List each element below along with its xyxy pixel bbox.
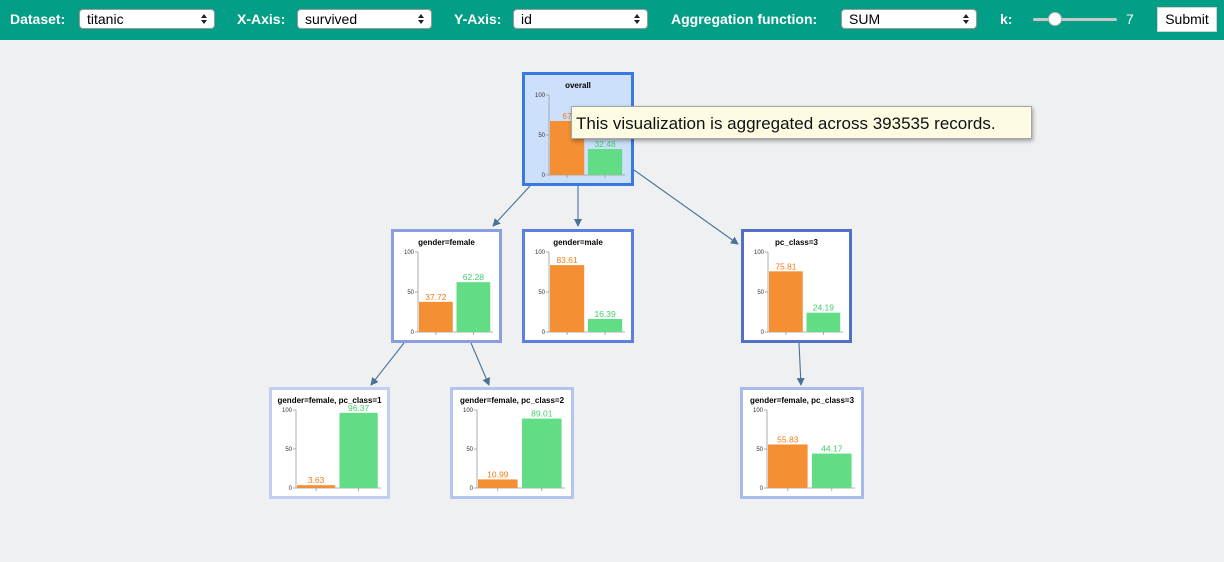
- bar-value-label: 32.48: [594, 139, 616, 149]
- y-tick-label: 50: [756, 447, 763, 453]
- y-tick-label: 0: [411, 330, 415, 336]
- bar-second: [339, 412, 378, 488]
- y-tick-label: 50: [757, 290, 764, 296]
- bar-value-label: 44.17: [821, 444, 843, 454]
- tree-edge: [370, 342, 405, 386]
- bar-value-label: 62.28: [463, 272, 485, 282]
- y-tick-label: 0: [542, 173, 546, 179]
- chart-node-f-pc2[interactable]: gender=female, pc_class=2 0 50 100 10.99 89.0…: [450, 387, 574, 499]
- bar-second: [522, 418, 562, 488]
- bar-first: [768, 444, 808, 488]
- tree-edge: [796, 342, 805, 386]
- bar-value-label: 10.99: [487, 469, 509, 479]
- bar-second: [806, 312, 841, 332]
- bar-chart: 0 50 100 37.72 62.28: [404, 250, 493, 336]
- bar-chart: 0 50 100 3.63 96.37: [282, 403, 381, 492]
- chart-node-pc3[interactable]: pc_class=3 0 50 100 75.81 24.19: [741, 229, 852, 343]
- y-tick-label: 100: [535, 250, 546, 256]
- y-tick-label: 50: [285, 447, 292, 453]
- bar-value-label: 96.37: [348, 403, 370, 413]
- y-tick-label: 100: [282, 408, 293, 414]
- y-tick-label: 50: [407, 290, 414, 296]
- tooltip: This visualization is aggregated across …: [571, 106, 1032, 139]
- bar-value-label: 89.01: [531, 409, 553, 419]
- bar-second: [588, 318, 623, 332]
- y-tick-label: 100: [754, 250, 765, 256]
- y-tick-label: 50: [466, 447, 473, 453]
- y-tick-label: 50: [538, 133, 545, 139]
- bar-value-label: 37.72: [425, 292, 447, 302]
- y-tick-label: 100: [463, 408, 474, 414]
- bar-first: [478, 479, 518, 488]
- y-tick-label: 0: [470, 486, 474, 492]
- bar-second: [456, 282, 491, 332]
- y-tick-label: 100: [404, 250, 415, 256]
- bar-value-label: 3.63: [308, 475, 325, 485]
- y-tick-label: 0: [760, 486, 764, 492]
- tree-edge: [633, 169, 739, 245]
- y-tick-label: 0: [542, 330, 546, 336]
- tree-edge: [492, 185, 531, 227]
- chart-node-female[interactable]: gender=female 0 50 100 37.72 62.28: [391, 229, 502, 343]
- y-tick-label: 0: [289, 486, 293, 492]
- chart-node-f-pc1[interactable]: gender=female, pc_class=1 0 50 100 3.63 96.37: [269, 387, 390, 499]
- bar-value-label: 83.61: [556, 255, 578, 265]
- bar-value-label: 55.83: [777, 434, 799, 444]
- bar-second: [812, 453, 852, 488]
- y-tick-label: 100: [753, 408, 764, 414]
- bar-chart: 0 50 100 75.81 24.19: [754, 250, 843, 336]
- bar-chart: 0 50 100 10.99 89.01: [463, 408, 565, 492]
- bar-value-label: 24.19: [813, 303, 835, 313]
- bar-first: [297, 485, 336, 488]
- y-tick-label: 0: [761, 330, 765, 336]
- bar-value-label: 75.81: [775, 261, 797, 271]
- bar-first: [419, 301, 453, 332]
- bar-chart: 0 50 100 55.83 44.17: [753, 408, 855, 492]
- chart-node-male[interactable]: gender=male 0 50 100 83.61 16.39: [522, 229, 634, 343]
- bar-first: [769, 271, 803, 332]
- y-tick-label: 50: [538, 290, 545, 296]
- bar-first: [550, 265, 585, 332]
- bar-chart: 0 50 100 83.61 16.39: [535, 250, 625, 336]
- bar-second: [588, 149, 623, 175]
- bar-value-label: 16.39: [594, 309, 616, 319]
- tree-edge: [470, 342, 490, 386]
- chart-node-f-pc3[interactable]: gender=female, pc_class=3 0 50 100 55.83 44.1…: [740, 387, 864, 499]
- y-tick-label: 100: [535, 93, 546, 99]
